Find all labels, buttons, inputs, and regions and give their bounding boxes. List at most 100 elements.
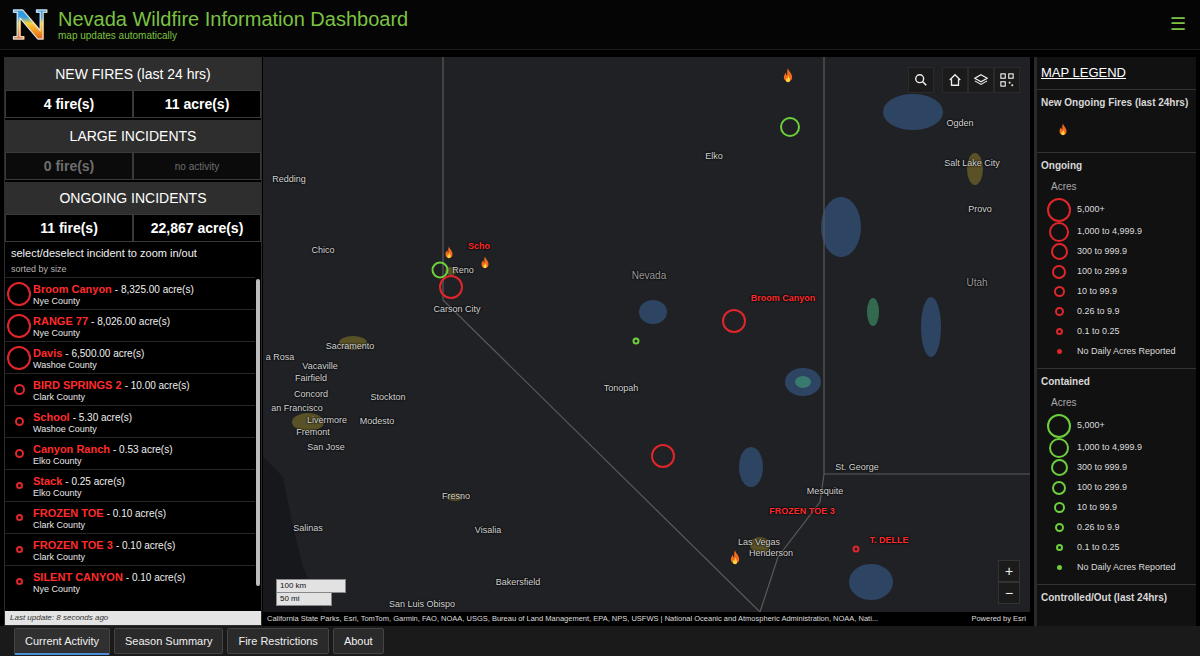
legend-label: No Daily Acres Reported	[1077, 346, 1176, 357]
scale-bar: 100 km50 mi	[276, 579, 346, 606]
city-label: Concord	[294, 389, 328, 399]
legend-item: 10 to 99.9	[1041, 498, 1192, 518]
legend-item: 100 to 299.9	[1041, 478, 1192, 498]
incident-acres: - 0.10 acre(s)	[107, 508, 166, 519]
map-toolbar	[908, 67, 1020, 93]
legend-section-title: New Ongoing Fires (last 24hrs)	[1041, 96, 1192, 110]
new-fire-marker[interactable]	[479, 256, 491, 270]
legend-label: 0.1 to 0.25	[1077, 326, 1120, 337]
incident-item[interactable]: BIRD SPRINGS 2- 10.00 acre(s)Clark Count…	[5, 373, 255, 405]
legend-item: 300 to 999.9	[1041, 458, 1192, 478]
powered-by[interactable]: Powered by Esri	[965, 612, 1026, 626]
legend-unit: Acres	[1041, 395, 1192, 410]
city-label: Vacaville	[302, 361, 337, 371]
last-update: Last update: 8 seconds ago	[5, 611, 261, 625]
city-label: Chico	[311, 245, 334, 255]
legend-label: 100 to 299.9	[1077, 482, 1127, 493]
home-icon[interactable]	[942, 67, 968, 93]
fire-label[interactable]: FROZEN TOE 3	[769, 506, 834, 516]
fire-label[interactable]: Scho	[468, 241, 490, 251]
incident-item[interactable]: RANGE 77- 8,026.00 acre(s)Nye County	[5, 309, 255, 341]
summary-header: ONGOING INCIDENTS	[5, 182, 261, 214]
new-fire-marker[interactable]	[443, 246, 455, 260]
incident-item[interactable]: School- 5.30 acre(s)Washoe County	[5, 405, 255, 437]
legend-label: No Daily Acres Reported	[1077, 562, 1176, 573]
incident-name: FROZEN TOE 3	[33, 539, 113, 551]
city-label: Livermore	[307, 415, 347, 425]
summary-row: 0 fire(s)no activity	[5, 152, 261, 180]
incident-item[interactable]: FROZEN TOE- 0.10 acre(s)Clark County	[5, 501, 255, 533]
size-circle-icon	[722, 309, 746, 333]
incident-item[interactable]: SILENT CANYON- 0.10 acre(s)Nye County	[5, 565, 255, 597]
incident-acres: - 8,325.00 acre(s)	[115, 284, 194, 295]
legend-item: 0.1 to 0.25	[1041, 538, 1192, 558]
city-label: Provo	[968, 204, 992, 214]
size-circle-icon	[1049, 222, 1069, 242]
incident-marker[interactable]	[439, 275, 463, 299]
incident-item[interactable]: Stack- 0.25 acre(s)Elko County	[5, 469, 255, 501]
tab[interactable]: About	[333, 628, 384, 654]
flame-icon	[479, 256, 491, 270]
flame-icon	[781, 68, 795, 85]
city-label: Stockton	[370, 392, 405, 402]
incident-acres: - 10.00 acre(s)	[125, 380, 190, 391]
incident-marker[interactable]	[651, 444, 675, 468]
incident-name: Canyon Ranch	[33, 443, 110, 455]
size-circle-icon	[1054, 286, 1065, 297]
fire-count: 4 fire(s)	[5, 90, 133, 118]
legend-item: No Daily Acres Reported	[1041, 558, 1192, 578]
state-label: Nevada	[632, 271, 666, 281]
incident-county: Nye County	[33, 584, 185, 595]
search-icon[interactable]	[908, 67, 934, 93]
logo: N	[10, 3, 50, 47]
legend-label: 0.1 to 0.25	[1077, 542, 1120, 553]
legend-item: 0.26 to 9.9	[1041, 518, 1192, 538]
menu-button[interactable]: ☰	[1166, 11, 1190, 38]
incident-acres: - 0.25 acre(s)	[65, 476, 124, 487]
fire-label[interactable]: T. DELLE	[869, 535, 908, 545]
incident-marker[interactable]	[780, 117, 800, 137]
size-circle-icon	[14, 384, 25, 395]
legend-label: 0.26 to 9.9	[1077, 522, 1120, 533]
incident-acres: - 5.30 acre(s)	[73, 412, 132, 423]
incident-county: Washoe County	[33, 424, 132, 435]
tab[interactable]: Fire Restrictions	[227, 628, 328, 654]
size-circle-icon	[1056, 544, 1063, 551]
new-fire-marker[interactable]	[781, 68, 795, 85]
legend-item: 0.1 to 0.25	[1041, 322, 1192, 342]
size-circle-icon	[7, 346, 31, 370]
new-fire-marker[interactable]	[728, 550, 742, 567]
tab[interactable]: Season Summary	[114, 628, 223, 654]
list-hint: select/deselect incident to zoom in/out	[11, 246, 255, 260]
city-label: Carson City	[433, 304, 480, 314]
attribution-bar: California State Parks, Esri, TomTom, Ga…	[263, 612, 1030, 626]
incident-marker[interactable]	[722, 309, 746, 333]
incident-marker[interactable]	[853, 546, 860, 553]
size-circle-icon	[1056, 328, 1063, 335]
city-label: Ogden	[946, 118, 973, 128]
tab[interactable]: Current Activity	[14, 628, 110, 655]
incident-marker[interactable]	[633, 338, 640, 345]
incident-item[interactable]: Davis- 6,500.00 acre(s)Washoe County	[5, 341, 255, 373]
legend-label: 1,000 to 4,999.9	[1077, 226, 1142, 237]
legend-label: 300 to 999.9	[1077, 462, 1127, 473]
map[interactable]: OgdenSalt Lake CityProvoElkoReddingChico…	[263, 57, 1030, 612]
size-circle-icon	[1054, 502, 1065, 513]
incident-item[interactable]: Canyon Ranch- 0.53 acre(s)Elko County	[5, 437, 255, 469]
incident-item[interactable]: FROZEN TOE 3- 0.10 acre(s)Clark County	[5, 533, 255, 565]
qr-code-icon[interactable]	[994, 67, 1020, 93]
city-label: Las Vegas	[738, 537, 780, 547]
attribution: California State Parks, Esri, TomTom, Ga…	[267, 612, 878, 626]
incident-county: Washoe County	[33, 360, 144, 371]
layers-icon[interactable]	[968, 67, 994, 93]
fire-label[interactable]: Broom Canyon	[751, 293, 816, 303]
size-circle-icon	[439, 275, 463, 299]
acre-count: no activity	[133, 152, 261, 180]
zoom-out-button[interactable]: −	[998, 582, 1020, 604]
zoom-in-button[interactable]: +	[998, 560, 1020, 582]
scrollbar[interactable]	[256, 279, 260, 586]
city-label: Tonopah	[604, 383, 639, 393]
incident-name: Davis	[33, 347, 62, 359]
incident-name: BIRD SPRINGS 2	[33, 379, 122, 391]
incident-item[interactable]: Broom Canyon- 8,325.00 acre(s)Nye County	[5, 277, 255, 309]
